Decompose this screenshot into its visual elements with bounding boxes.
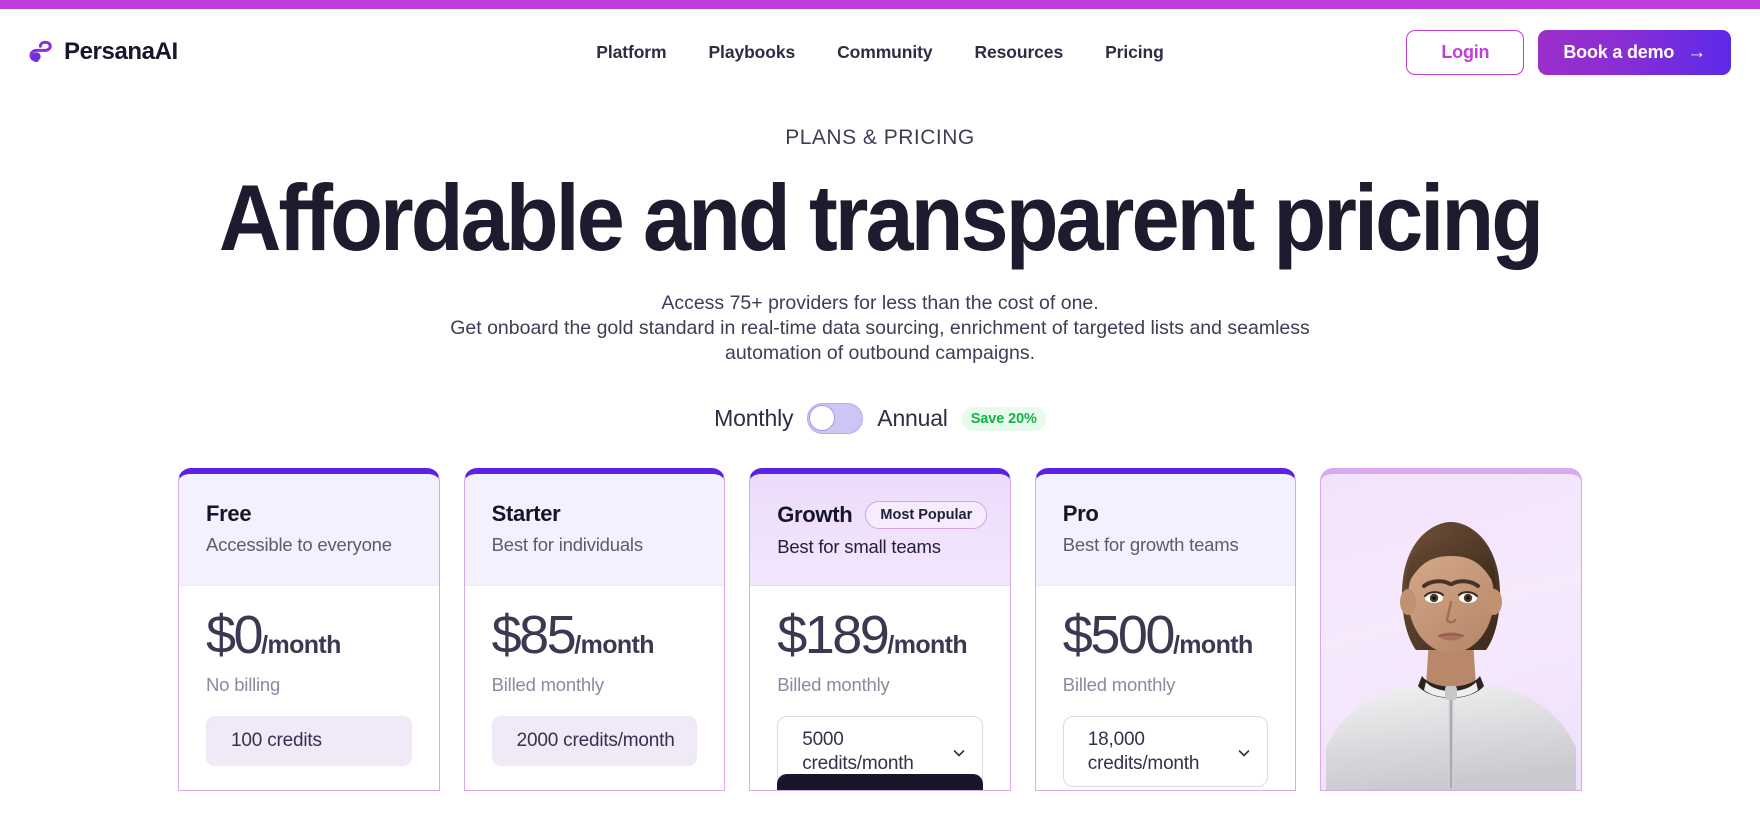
price-row: $85 /month bbox=[492, 608, 698, 662]
credits-select-value: 18,000 credits/month bbox=[1087, 729, 1200, 774]
card-body: $189 /month Billed monthly 5000 credits/… bbox=[750, 586, 1010, 788]
billing-period-toggle-row: Monthly Annual Save 20% bbox=[0, 403, 1760, 435]
price-period: /month bbox=[1172, 631, 1253, 660]
price-row: $500 /month bbox=[1063, 608, 1269, 662]
switch-knob bbox=[809, 405, 836, 432]
pricing-card-pro[interactable]: Pro Best for growth teams $500 /month Bi… bbox=[1034, 468, 1297, 792]
card-header: Growth Most Popular Best for small teams bbox=[750, 474, 1010, 587]
top-accent-bar bbox=[0, 0, 1760, 9]
pricing-cards: Free Accessible to everyone $0 /month No… bbox=[0, 468, 1760, 792]
pricing-card-showcase[interactable] bbox=[1320, 468, 1582, 792]
chevron-down-icon bbox=[1236, 744, 1252, 760]
billing-note: Billed monthly bbox=[777, 674, 890, 696]
nav-actions: Login Book a demo → bbox=[1406, 29, 1731, 75]
book-demo-label: Book a demo bbox=[1563, 41, 1675, 62]
price-row: $0 /month bbox=[206, 608, 412, 662]
plan-name: Pro bbox=[1062, 501, 1099, 527]
card-body: $85 /month Billed monthly 2000 credits/m… bbox=[465, 586, 725, 767]
credits-select-value: 5000 credits/month bbox=[802, 729, 914, 774]
login-button[interactable]: Login bbox=[1406, 29, 1525, 75]
portrait-image bbox=[1321, 474, 1581, 791]
plan-description: Accessible to everyone bbox=[206, 534, 392, 556]
credits-pill: 2000 credits/month bbox=[491, 716, 698, 767]
plan-description: Best for individuals bbox=[491, 534, 643, 556]
plan-name: Growth bbox=[777, 502, 853, 528]
card-header: Pro Best for growth teams bbox=[1035, 474, 1296, 587]
page-title: Affordable and transparent pricing bbox=[218, 165, 1544, 270]
credits-pill: 100 credits bbox=[206, 716, 412, 767]
card-header: Free Accessible to everyone bbox=[179, 474, 439, 587]
get-started-button[interactable] bbox=[777, 774, 983, 791]
plan-name: Starter bbox=[491, 501, 561, 527]
nav-links: Platform Playbooks Community Resources P… bbox=[596, 42, 1164, 63]
nav-link-playbooks[interactable]: Playbooks bbox=[708, 42, 795, 63]
persana-logo-icon bbox=[29, 40, 57, 64]
hero-section: PLANS & PRICING Affordable and transpare… bbox=[0, 95, 1760, 365]
plan-title-row: Free bbox=[206, 501, 412, 527]
chevron-down-icon bbox=[951, 744, 967, 760]
card-body: $500 /month Billed monthly 18,000 credit… bbox=[1036, 586, 1296, 788]
arrow-right-icon: → bbox=[1687, 41, 1706, 63]
hero-subcopy-line-2: Get onboard the gold standard in real-ti… bbox=[450, 316, 1310, 364]
plan-name: Free bbox=[206, 501, 252, 527]
price-amount: $500 bbox=[1062, 605, 1176, 666]
plan-description: Best for small teams bbox=[777, 536, 941, 558]
billing-note: Billed monthly bbox=[1062, 674, 1176, 696]
billing-period-switch[interactable] bbox=[807, 403, 864, 435]
page-eyebrow: PLANS & PRICING bbox=[785, 126, 975, 149]
save-discount-badge: Save 20% bbox=[961, 406, 1046, 431]
pricing-card-starter[interactable]: Starter Best for individuals $85 /month … bbox=[463, 468, 726, 792]
price-period: /month bbox=[574, 631, 654, 660]
nav-link-platform[interactable]: Platform bbox=[596, 42, 666, 63]
book-demo-button[interactable]: Book a demo → bbox=[1538, 29, 1731, 75]
hero-subcopy-line-1: Access 75+ providers for less than the c… bbox=[661, 292, 1099, 314]
plan-title-row: Starter bbox=[492, 501, 698, 527]
price-amount: $0 bbox=[206, 605, 264, 666]
nav-link-community[interactable]: Community bbox=[837, 42, 932, 63]
pricing-card-free[interactable]: Free Accessible to everyone $0 /month No… bbox=[178, 468, 440, 792]
nav-link-resources[interactable]: Resources bbox=[974, 42, 1063, 63]
plan-description: Best for growth teams bbox=[1062, 534, 1239, 556]
billing-note: No billing bbox=[206, 674, 281, 696]
plan-title-row: Growth Most Popular bbox=[777, 501, 988, 530]
main-navigation: PersanaAI Platform Playbooks Community R… bbox=[0, 9, 1760, 95]
most-popular-badge: Most Popular bbox=[865, 501, 988, 530]
price-period: /month bbox=[887, 631, 968, 660]
nav-link-pricing[interactable]: Pricing bbox=[1105, 42, 1164, 63]
billing-note: Billed monthly bbox=[491, 674, 605, 696]
price-amount: $189 bbox=[777, 605, 890, 666]
card-body: $0 /month No billing 100 credits bbox=[179, 586, 439, 767]
card-header: Starter Best for individuals bbox=[464, 474, 725, 587]
brand-name: PersanaAI bbox=[64, 38, 178, 65]
brand-logo-link[interactable]: PersanaAI bbox=[29, 38, 178, 66]
billing-annual-label[interactable]: Annual bbox=[877, 405, 948, 432]
price-amount: $85 bbox=[491, 605, 577, 666]
hero-subcopy: Access 75+ providers for less than the c… bbox=[0, 291, 1760, 365]
billing-monthly-label[interactable]: Monthly bbox=[714, 405, 793, 432]
plan-title-row: Pro bbox=[1063, 501, 1269, 527]
pricing-card-growth[interactable]: Growth Most Popular Best for small teams… bbox=[749, 468, 1011, 792]
price-row: $189 /month bbox=[777, 608, 983, 662]
price-period: /month bbox=[261, 631, 341, 660]
credits-select[interactable]: 18,000 credits/month bbox=[1062, 716, 1269, 788]
